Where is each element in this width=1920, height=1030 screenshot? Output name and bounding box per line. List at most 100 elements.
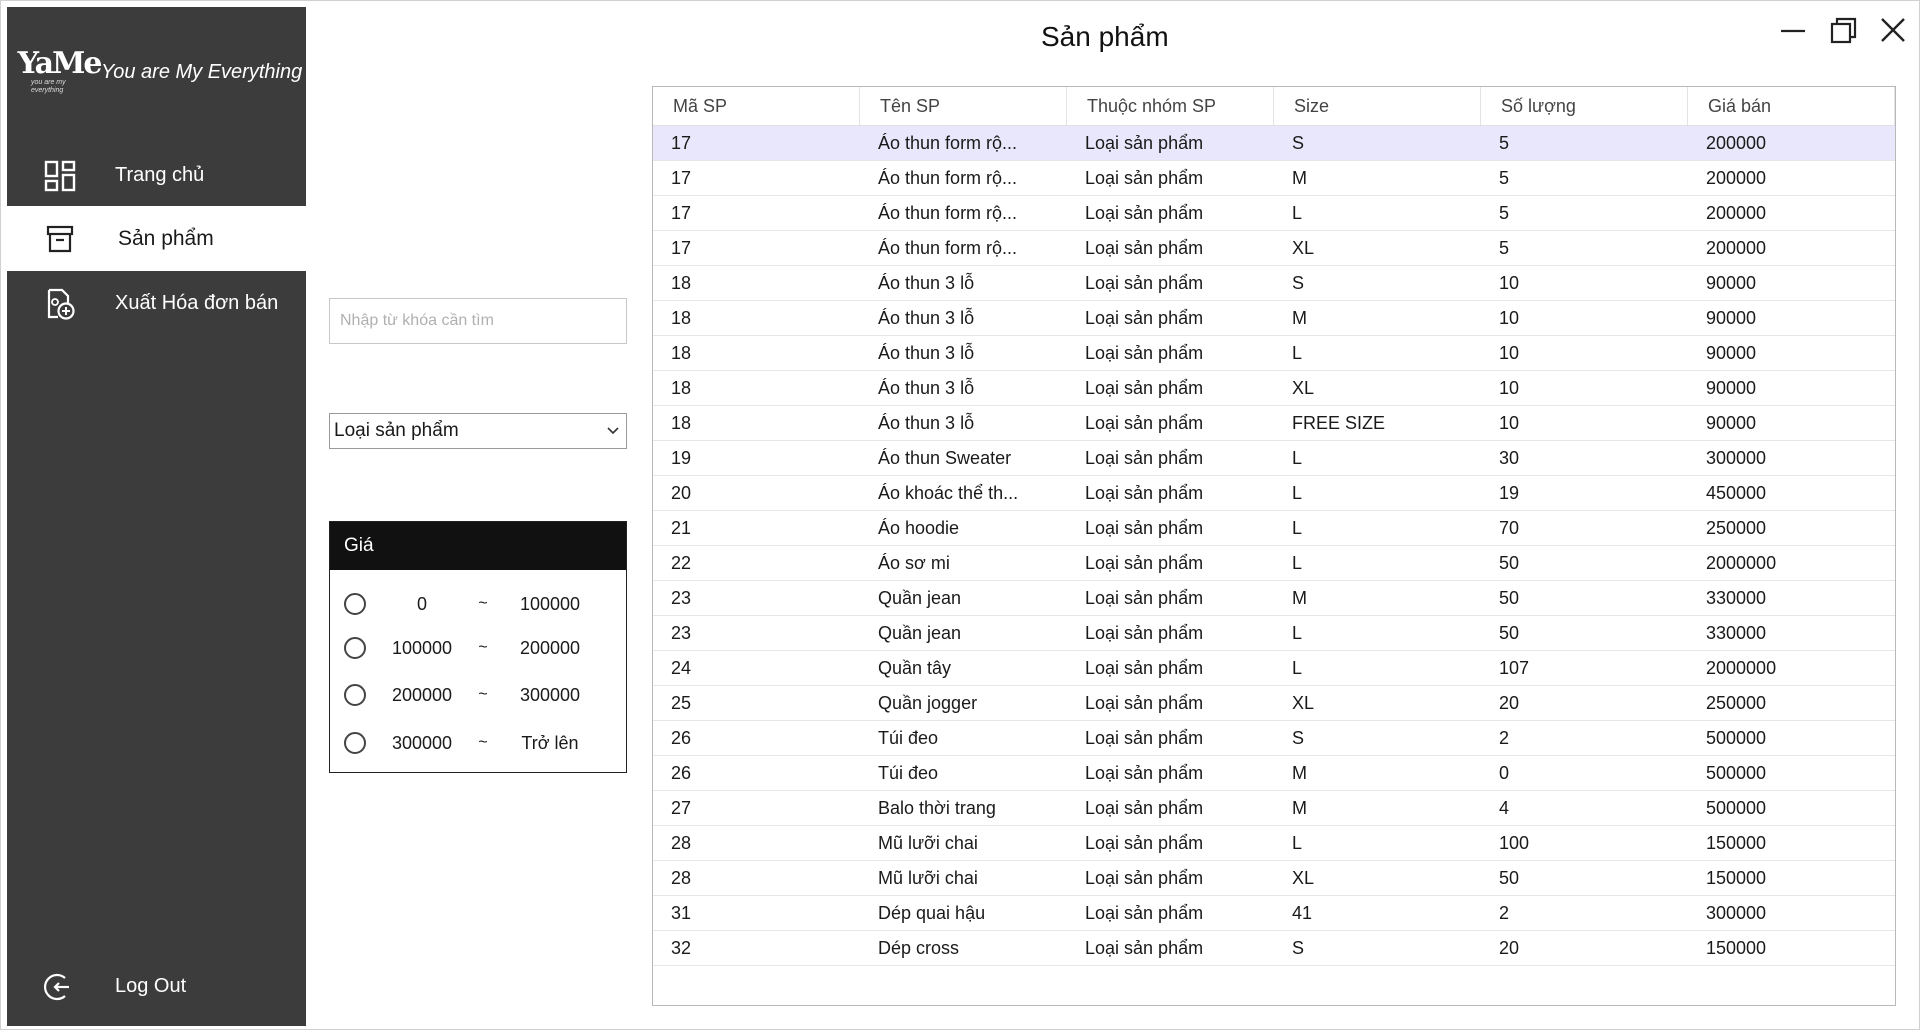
- table-cell: Dép cross: [878, 938, 960, 958]
- search-input[interactable]: [329, 298, 627, 344]
- table-cell: 18: [671, 308, 692, 328]
- table-row[interactable]: 18 Áo thun 3 lỗ Loại sản phẩm M 10 90000: [653, 301, 1895, 336]
- table-row[interactable]: 28 Mũ lưỡi chai Loại sản phẩm XL 50 150000: [653, 861, 1895, 896]
- column-header-nhom-sp[interactable]: Thuộc nhóm SP: [1067, 87, 1274, 125]
- logo-subtext: you are my everything: [31, 79, 66, 94]
- maximize-icon[interactable]: [1823, 13, 1863, 49]
- product-table[interactable]: Mã SP Tên SP Thuộc nhóm SP Size Số lượng…: [652, 86, 1896, 1006]
- table-row[interactable]: 27 Balo thời trang Loại sản phẩm M 4 500000: [653, 791, 1895, 826]
- table-cell: 107: [1499, 658, 1530, 678]
- chevron-down-icon: [607, 427, 619, 435]
- table-row[interactable]: 17 Áo thun form rộ... Loại sản phẩm L 5 20000…: [653, 196, 1895, 231]
- table-cell: Áo khoác thể th...: [878, 483, 1019, 503]
- table-row[interactable]: 18 Áo thun 3 lỗ Loại sản phẩm XL 10 90000: [653, 371, 1895, 406]
- price-range-option[interactable]: 300000 ~ Trở lên: [330, 725, 626, 761]
- table-row[interactable]: 21 Áo hoodie Loại sản phẩm L 70 250000: [653, 511, 1895, 546]
- table-cell: Loại sản phẩm: [1085, 588, 1204, 608]
- table-row[interactable]: 17 Áo thun form rộ... Loại sản phẩm M 5 20000…: [653, 161, 1895, 196]
- column-header-ten-sp[interactable]: Tên SP: [860, 87, 1067, 125]
- table-row[interactable]: 20 Áo khoác thể th... Loại sản phẩm L 19 4500…: [653, 476, 1895, 511]
- table-cell: L: [1292, 203, 1303, 223]
- table-cell: 41: [1292, 903, 1313, 923]
- table-cell: 330000: [1706, 588, 1767, 608]
- table-cell: 17: [671, 133, 692, 153]
- price-separator: ~: [478, 595, 488, 612]
- table-row[interactable]: 26 Túi đeo Loại sản phẩm S 2 500000: [653, 721, 1895, 756]
- table-cell: 50: [1499, 868, 1520, 888]
- table-row[interactable]: 19 Áo thun Sweater Loại sản phẩm L 30 300000: [653, 441, 1895, 476]
- price-range-option[interactable]: 200000 ~ 300000: [330, 677, 626, 713]
- close-icon[interactable]: [1873, 13, 1913, 49]
- minimize-icon[interactable]: [1773, 13, 1813, 49]
- table-cell: 19: [671, 448, 692, 468]
- sidebar-item-trang-chu[interactable]: Trang chủ: [7, 143, 306, 208]
- table-row[interactable]: 24 Quần tây Loại sản phẩm L 107 2000000: [653, 651, 1895, 686]
- table-cell: 2000000: [1706, 553, 1777, 573]
- radio-button[interactable]: [344, 593, 366, 615]
- table-row[interactable]: 26 Túi đeo Loại sản phẩm M 0 500000: [653, 756, 1895, 791]
- table-cell: Loại sản phẩm: [1085, 203, 1204, 223]
- table-row[interactable]: 18 Áo thun 3 lỗ Loại sản phẩm FREE SIZE 10 90…: [653, 406, 1895, 441]
- table-cell: Loại sản phẩm: [1085, 763, 1204, 783]
- sidebar-item-label: Xuất Hóa đơn bán: [115, 292, 279, 314]
- table-row[interactable]: 23 Quần jean Loại sản phẩm M 50 330000: [653, 581, 1895, 616]
- table-cell: 300000: [1706, 903, 1767, 923]
- table-cell: 150000: [1706, 868, 1767, 888]
- table-cell: L: [1292, 623, 1303, 643]
- logout-button[interactable]: Log Out: [7, 954, 306, 1019]
- price-from: 100000: [391, 637, 453, 658]
- sidebar-item-label: Sản phẩm: [118, 226, 214, 250]
- radio-button[interactable]: [344, 684, 366, 706]
- price-range-option[interactable]: 0 ~ 100000: [330, 586, 626, 622]
- table-row[interactable]: 28 Mũ lưỡi chai Loại sản phẩm L 100 150000: [653, 826, 1895, 861]
- table-cell: 250000: [1706, 518, 1767, 538]
- table-row[interactable]: 22 Áo sơ mi Loại sản phẩm L 50 2000000: [653, 546, 1895, 581]
- category-select[interactable]: Loại sản phẩm: [329, 413, 627, 449]
- radio-button[interactable]: [344, 732, 366, 754]
- table-row[interactable]: 18 Áo thun 3 lỗ Loại sản phẩm S 10 90000: [653, 266, 1895, 301]
- column-header-gia-ban[interactable]: Giá bán: [1688, 87, 1895, 125]
- sidebar-item-san-pham[interactable]: Sản phẩm: [7, 206, 306, 271]
- table-cell: Mũ lưỡi chai: [878, 833, 978, 853]
- table-row[interactable]: 31 Dép quai hậu Loại sản phẩm 41 2 300000: [653, 896, 1895, 931]
- table-cell: 22: [671, 553, 692, 573]
- logout-icon: [43, 973, 69, 1000]
- table-cell: Loại sản phẩm: [1085, 553, 1204, 573]
- table-row[interactable]: 25 Quần jogger Loại sản phẩm XL 20 250000: [653, 686, 1895, 721]
- table-cell: 26: [671, 728, 692, 748]
- table-cell: S: [1292, 728, 1305, 748]
- table-row[interactable]: 32 Dép cross Loại sản phẩm S 20 150000: [653, 931, 1895, 966]
- table-row[interactable]: 23 Quần jean Loại sản phẩm L 50 330000: [653, 616, 1895, 651]
- table-cell: M: [1292, 588, 1307, 608]
- table-cell: 2000000: [1706, 658, 1777, 678]
- price-to: 300000: [519, 684, 581, 705]
- column-header-size[interactable]: Size: [1274, 87, 1481, 125]
- table-cell: 5: [1499, 238, 1510, 258]
- table-row[interactable]: 17 Áo thun form rộ... Loại sản phẩm XL 5 2000…: [653, 231, 1895, 266]
- table-cell: 10: [1499, 413, 1520, 433]
- table-cell: Loại sản phẩm: [1085, 133, 1204, 153]
- table-cell: Túi đeo: [878, 728, 939, 748]
- brand-tagline: You are My Everything: [101, 60, 303, 83]
- table-cell: Quần jogger: [878, 693, 978, 713]
- table-cell: Quần tây: [878, 658, 952, 678]
- column-header-ma-sp[interactable]: Mã SP: [653, 87, 860, 125]
- table-cell: Túi đeo: [878, 763, 939, 783]
- table-cell: Áo hoodie: [878, 518, 960, 538]
- table-cell: 0: [1499, 763, 1510, 783]
- table-cell: Balo thời trang: [878, 798, 996, 818]
- sidebar-item-xuat-hoa-don[interactable]: Xuất Hóa đơn bán: [7, 271, 306, 336]
- price-from: 300000: [391, 732, 453, 753]
- column-header-so-luong[interactable]: Số lượng: [1481, 87, 1688, 125]
- table-row[interactable]: 18 Áo thun 3 lỗ Loại sản phẩm L 10 90000: [653, 336, 1895, 371]
- table-cell: 250000: [1706, 693, 1767, 713]
- radio-button[interactable]: [344, 637, 366, 659]
- table-row[interactable]: 17 Áo thun form rộ... Loại sản phẩm S 5 20000…: [653, 126, 1895, 161]
- table-cell: Dép quai hậu: [878, 903, 986, 923]
- table-cell: 90000: [1706, 378, 1757, 398]
- price-range-option[interactable]: 100000 ~ 200000: [330, 630, 626, 666]
- table-cell: 2: [1499, 903, 1510, 923]
- table-cell: 18: [671, 413, 692, 433]
- table-cell: Quần jean: [878, 588, 962, 608]
- table-cell: 10: [1499, 378, 1520, 398]
